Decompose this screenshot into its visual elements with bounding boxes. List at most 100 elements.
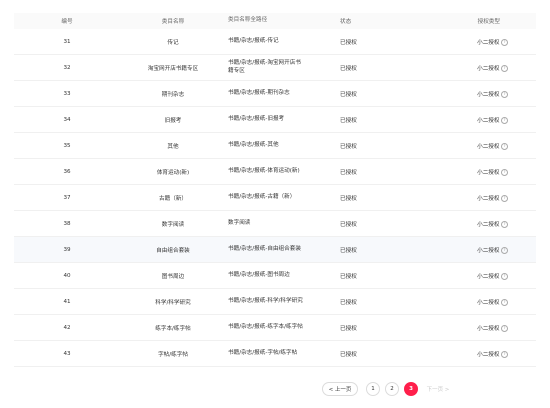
question-circle-icon[interactable]: ? <box>501 298 508 306</box>
row-auth: 小二授权? <box>426 38 536 46</box>
question-circle-icon[interactable]: ? <box>501 350 508 358</box>
row-no: 43 <box>63 350 71 357</box>
question-circle-icon[interactable]: ? <box>501 220 508 228</box>
row-status: 已授权 <box>340 247 357 254</box>
row-auth-text: 小二授权 <box>477 143 500 150</box>
question-circle-icon[interactable]: ? <box>501 324 508 332</box>
row-no: 35 <box>63 142 71 149</box>
row-path-text: 数字阅读 <box>228 219 251 226</box>
table-row: 37 古籍（新） 书籍/杂志/报纸-古籍（新） 已授权 小二授权? <box>14 185 536 211</box>
prev-page-button[interactable]: < 上一页 <box>322 381 358 396</box>
row-name: 数字阅读 <box>161 221 185 228</box>
row-name: 图书周边 <box>161 273 185 280</box>
row-status: 已授权 <box>340 91 357 98</box>
row-name: 期刊杂志 <box>161 91 185 98</box>
row-auth: 小二授权? <box>426 272 536 280</box>
row-status: 已授权 <box>340 195 357 202</box>
table-row: 38 数字阅读 数字阅读 已授权 小二授权? <box>14 211 536 237</box>
row-auth-text: 小二授权 <box>477 299 500 306</box>
row-path: 书籍/杂志/报纸-字帖/练字帖 <box>226 350 334 358</box>
row-path: 书籍/杂志/报纸-传记 <box>226 38 334 46</box>
row-auth: 小二授权? <box>426 298 536 306</box>
table-row: 42 练字本/练字帖 书籍/杂志/报纸-练字本/练字帖 已授权 小二授权? <box>14 315 536 341</box>
row-name: 自由组合套装 <box>156 247 190 254</box>
next-page-button[interactable]: 下一页 > <box>423 381 453 396</box>
question-circle-icon[interactable]: ? <box>501 116 508 124</box>
row-name: 字帖/练字帖 <box>158 351 188 358</box>
row-path-text: 书籍/杂志/报纸-淘宝网开店书籍专区 <box>228 60 301 74</box>
row-name: 其他 <box>167 143 179 150</box>
row-status: 已授权 <box>340 117 357 124</box>
row-no: 36 <box>63 168 71 175</box>
row-status: 已授权 <box>340 351 357 358</box>
row-status: 已授权 <box>340 143 357 150</box>
row-path-text: 书籍/杂志/报纸-旧报考 <box>228 115 285 122</box>
table-row: 39 自由组合套装 书籍/杂志/报纸-自由组合套装 已授权 小二授权? <box>14 237 536 263</box>
row-path: 书籍/杂志/报纸-淘宝网开店书籍专区 <box>226 60 334 75</box>
row-no: 40 <box>63 272 71 279</box>
row-name: 旧报考 <box>164 117 182 124</box>
table-row: 41 科学/科学研究 书籍/杂志/报纸-科学/科学研究 已授权 小二授权? <box>14 289 536 315</box>
row-no: 39 <box>63 246 71 253</box>
row-status: 已授权 <box>340 221 357 228</box>
row-path-text: 书籍/杂志/报纸-字帖/练字帖 <box>228 349 298 356</box>
page-button-1[interactable]: 1 <box>366 381 380 396</box>
row-name: 体育运动(新) <box>156 169 190 176</box>
table-row: 33 期刊杂志 书籍/杂志/报纸-期刊杂志 已授权 小二授权? <box>14 81 536 107</box>
row-no: 41 <box>63 298 71 305</box>
row-path: 书籍/杂志/报纸-其他 <box>226 142 334 150</box>
row-name: 淘宝网开店书籍专区 <box>147 65 199 72</box>
question-circle-icon[interactable]: ? <box>501 142 508 150</box>
table-row: 40 图书周边 书籍/杂志/报纸-图书周边 已授权 小二授权? <box>14 263 536 289</box>
table-row: 34 旧报考 书籍/杂志/报纸-旧报考 已授权 小二授权? <box>14 107 536 133</box>
row-auth: 小二授权? <box>426 64 536 72</box>
table-row: 36 体育运动(新) 书籍/杂志/报纸-体育运动(新) 已授权 小二授权? <box>14 159 536 185</box>
table-row: 43 字帖/练字帖 书籍/杂志/报纸-字帖/练字帖 已授权 小二授权? <box>14 341 536 367</box>
row-no: 33 <box>63 90 71 97</box>
row-status: 已授权 <box>340 273 357 280</box>
question-circle-icon[interactable]: ? <box>501 272 508 280</box>
row-no: 42 <box>63 324 71 331</box>
question-circle-icon[interactable]: ? <box>501 194 508 202</box>
row-path: 书籍/杂志/报纸-古籍（新） <box>226 194 334 202</box>
header-no: 编号 <box>61 19 73 25</box>
row-name: 传记 <box>167 39 179 46</box>
page-button-2[interactable]: 2 <box>385 381 399 396</box>
row-auth-text: 小二授权 <box>477 247 500 254</box>
row-path-text: 书籍/杂志/报纸-传记 <box>228 37 279 44</box>
table-row: 31 传记 书籍/杂志/报纸-传记 已授权 小二授权? <box>14 29 536 55</box>
header-auth: 授权类型 <box>477 19 500 25</box>
row-auth-text: 小二授权 <box>477 169 500 176</box>
row-auth: 小二授权? <box>426 220 536 228</box>
question-circle-icon[interactable]: ? <box>501 246 508 254</box>
row-status: 已授权 <box>340 169 357 176</box>
row-no: 38 <box>63 220 71 227</box>
row-path-text: 书籍/杂志/报纸-期刊杂志 <box>228 89 290 96</box>
row-path: 书籍/杂志/报纸-旧报考 <box>226 116 334 124</box>
question-circle-icon[interactable]: ? <box>501 38 508 46</box>
row-auth-text: 小二授权 <box>477 221 500 228</box>
row-status: 已授权 <box>340 299 357 306</box>
question-circle-icon[interactable]: ? <box>501 168 508 176</box>
row-auth: 小二授权? <box>426 168 536 176</box>
row-auth: 小二授权? <box>426 246 536 254</box>
table-row: 35 其他 书籍/杂志/报纸-其他 已授权 小二授权? <box>14 133 536 159</box>
row-path-text: 书籍/杂志/报纸-图书周边 <box>228 271 290 278</box>
row-auth-text: 小二授权 <box>477 325 500 332</box>
row-auth-text: 小二授权 <box>477 351 500 358</box>
table-body: 31 传记 书籍/杂志/报纸-传记 已授权 小二授权? 32 淘宝网开店书籍专区 书籍/杂志/… <box>14 29 536 367</box>
question-circle-icon[interactable]: ? <box>501 90 508 98</box>
row-path-text: 书籍/杂志/报纸-练字本/练字帖 <box>228 323 303 330</box>
row-no: 31 <box>63 38 71 45</box>
row-no: 37 <box>63 194 71 201</box>
row-auth: 小二授权? <box>426 90 536 98</box>
row-auth-text: 小二授权 <box>477 273 500 280</box>
header-name: 类目名称 <box>161 19 185 25</box>
question-circle-icon[interactable]: ? <box>501 64 508 72</box>
row-path: 书籍/杂志/报纸-图书周边 <box>226 272 334 280</box>
row-path: 书籍/杂志/报纸-期刊杂志 <box>226 90 334 98</box>
row-path: 书籍/杂志/报纸-练字本/练字帖 <box>226 324 334 332</box>
page-button-3[interactable]: 3 <box>404 381 418 396</box>
row-path: 书籍/杂志/报纸-自由组合套装 <box>226 246 334 254</box>
row-no: 34 <box>63 116 71 123</box>
